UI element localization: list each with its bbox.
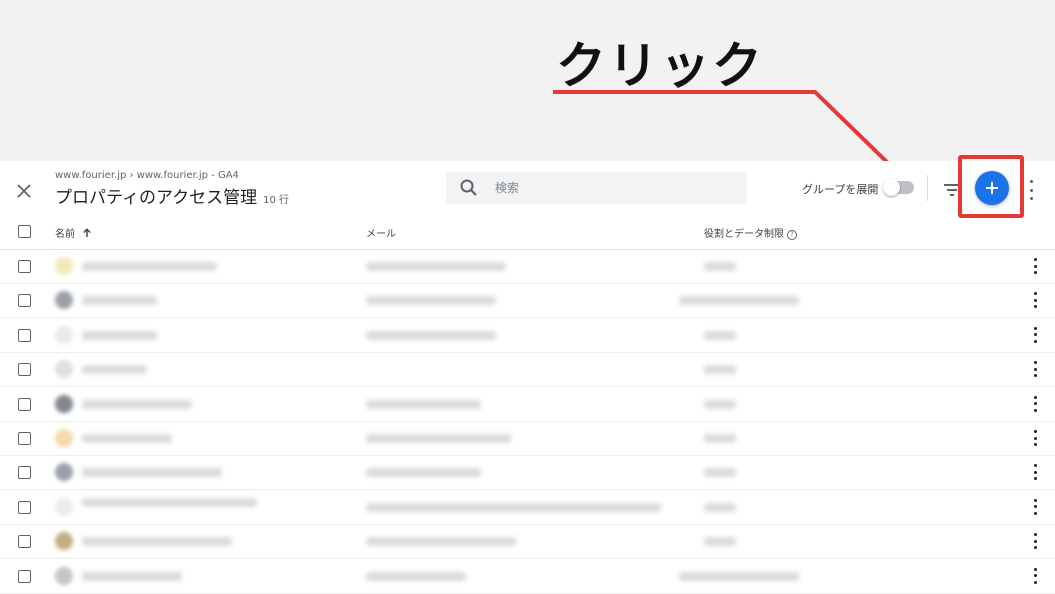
row-checkbox[interactable] [18, 260, 31, 273]
user-role-redacted [704, 365, 736, 375]
table-header: 名前 メール 役割とデータ制限? [0, 214, 1055, 250]
row-checkbox[interactable] [18, 500, 31, 514]
avatar [55, 497, 73, 516]
more-vert-icon[interactable] [1024, 180, 1038, 200]
column-role-label: 役割とデータ制限 [704, 229, 784, 240]
avatar [55, 257, 73, 275]
row-checkbox[interactable] [18, 294, 31, 308]
column-header-email[interactable]: メール [366, 225, 396, 240]
user-email-redacted [366, 537, 516, 547]
avatar [55, 429, 73, 447]
toolbar-divider [927, 175, 928, 201]
user-name-redacted [82, 497, 257, 507]
table-row[interactable] [0, 249, 1055, 284]
user-name-redacted [82, 571, 182, 581]
user-email-redacted [366, 468, 481, 478]
avatar [55, 360, 73, 379]
user-role-redacted [704, 262, 736, 271]
user-name-redacted [82, 330, 157, 340]
row-checkbox[interactable] [18, 535, 31, 549]
table-row[interactable] [0, 421, 1055, 456]
table-row[interactable] [0, 352, 1055, 388]
search-icon [460, 179, 477, 196]
row-more-vert-icon[interactable] [1030, 533, 1040, 550]
table-row[interactable] [0, 524, 1055, 560]
user-role-redacted [704, 434, 736, 443]
user-email-redacted [366, 296, 496, 306]
user-email-redacted [366, 262, 506, 271]
row-count: 10 行 [263, 195, 290, 206]
avatar [55, 394, 73, 413]
user-role-redacted [679, 571, 799, 581]
table-row[interactable] [0, 387, 1055, 422]
user-name-redacted [82, 434, 172, 443]
select-all-checkbox[interactable] [18, 225, 31, 238]
row-more-vert-icon[interactable] [1030, 498, 1040, 515]
row-more-vert-icon[interactable] [1030, 326, 1040, 343]
user-email-redacted [366, 399, 481, 409]
table-row[interactable] [0, 283, 1055, 319]
avatar [55, 566, 73, 585]
toggle-knob [883, 179, 900, 196]
row-checkbox[interactable] [18, 569, 31, 583]
user-role-redacted [704, 330, 736, 340]
expand-groups-toggle[interactable] [883, 179, 914, 196]
row-checkbox[interactable] [18, 328, 31, 342]
arrow-upward-icon [83, 228, 91, 237]
row-more-vert-icon[interactable] [1030, 464, 1040, 481]
page-title-wrap: プロパティのアクセス管理 10 行 [55, 183, 289, 208]
avatar [55, 325, 73, 344]
avatar [55, 463, 73, 482]
user-name-redacted [82, 399, 192, 409]
user-role-redacted [679, 296, 799, 306]
row-more-vert-icon[interactable] [1030, 258, 1040, 274]
user-name-redacted [82, 468, 222, 478]
row-more-vert-icon[interactable] [1030, 395, 1040, 412]
breadcrumb: www.fourier.jp › www.fourier.jp - GA4 [55, 170, 239, 181]
close-icon [17, 184, 31, 198]
table-row[interactable] [0, 490, 1055, 525]
user-role-redacted [704, 468, 736, 478]
row-more-vert-icon[interactable] [1030, 361, 1040, 378]
user-role-redacted [704, 399, 736, 409]
table-row[interactable] [0, 455, 1055, 491]
user-name-redacted [82, 262, 217, 271]
user-email-redacted [366, 330, 496, 340]
close-button[interactable] [12, 179, 36, 203]
avatar [55, 291, 73, 310]
user-role-redacted [704, 537, 736, 547]
row-more-vert-icon[interactable] [1030, 430, 1040, 446]
column-header-name[interactable]: 名前 [55, 225, 92, 240]
user-name-redacted [82, 365, 147, 375]
row-checkbox[interactable] [18, 466, 31, 480]
user-name-redacted [82, 296, 157, 306]
row-more-vert-icon[interactable] [1030, 292, 1040, 309]
table-row[interactable] [0, 559, 1055, 594]
row-more-vert-icon[interactable] [1030, 567, 1040, 584]
user-email-redacted [366, 571, 466, 581]
user-email-redacted [366, 434, 511, 443]
user-name-redacted [82, 537, 232, 547]
expand-groups-label: グループを展開 [802, 183, 879, 196]
avatar [55, 532, 73, 551]
annotation-highlight-box [958, 155, 1024, 218]
column-header-role[interactable]: 役割とデータ制限? [704, 225, 797, 240]
search-box[interactable] [446, 172, 747, 204]
user-role-redacted [704, 502, 736, 512]
row-checkbox[interactable] [18, 397, 31, 411]
table-row[interactable] [0, 318, 1055, 353]
search-input[interactable] [493, 180, 717, 196]
row-checkbox[interactable] [18, 363, 31, 377]
page-title: プロパティのアクセス管理 [55, 188, 258, 208]
help-icon[interactable]: ? [787, 230, 797, 240]
row-checkbox[interactable] [18, 432, 31, 445]
column-name-label: 名前 [55, 229, 75, 240]
user-email-redacted [366, 502, 661, 512]
